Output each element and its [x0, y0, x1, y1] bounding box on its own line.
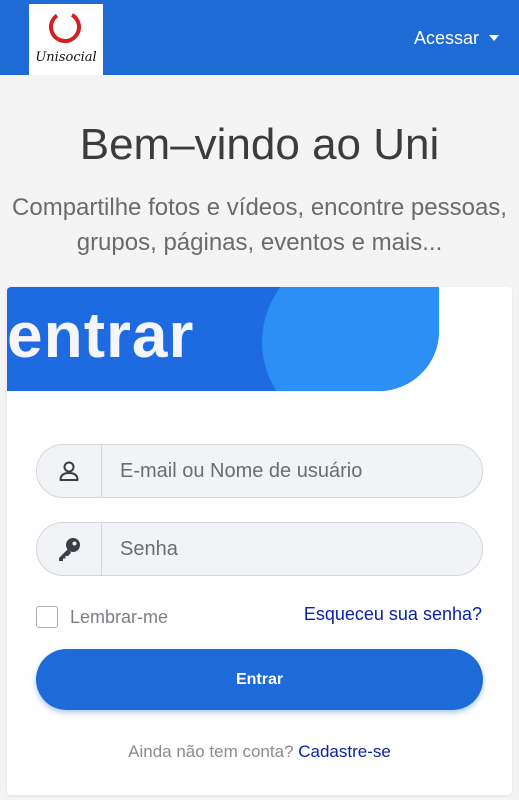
- password-input[interactable]: [103, 523, 481, 575]
- page-subtitle: Compartilhe fotos e vídeos, encontre pes…: [12, 194, 507, 256]
- banner-decoration: [262, 287, 439, 391]
- banner-title: entrar: [7, 299, 195, 371]
- forgot-password-link[interactable]: Esqueceu sua senha?: [304, 604, 482, 625]
- user-icon: [37, 445, 102, 497]
- caret-down-icon: [489, 35, 499, 41]
- key-icon-glyph: [59, 538, 80, 561]
- signup-prompt: Ainda não tem conta? Cadastre-se: [7, 742, 512, 762]
- username-field: [36, 444, 483, 498]
- unisocial-logo[interactable]: Unisocial: [29, 4, 103, 75]
- signup-prompt-text: Ainda não tem conta?: [128, 742, 299, 761]
- password-field: [36, 522, 483, 576]
- remember-me-checkbox[interactable]: [36, 606, 58, 628]
- access-dropdown[interactable]: Acessar: [414, 25, 499, 51]
- username-input[interactable]: [103, 445, 481, 497]
- user-icon-glyph: [59, 461, 79, 481]
- login-submit-button[interactable]: Entrar: [36, 649, 483, 710]
- access-label: Acessar: [413, 27, 479, 48]
- remember-me-toggle[interactable]: Lembrar-me: [36, 605, 168, 629]
- top-navbar: Unisocial Acessar: [0, 0, 519, 75]
- login-card: entrar Lembrar-me Esqueceu sua senha? En…: [7, 287, 512, 795]
- page-title: Bem–vindo ao Uni: [79, 120, 440, 169]
- key-icon: [37, 523, 102, 575]
- logo-ring-icon: [49, 11, 81, 43]
- login-banner: entrar: [7, 287, 439, 391]
- signup-link[interactable]: Cadastre-se: [298, 742, 391, 761]
- logo-wordmark: Unisocial: [35, 50, 97, 65]
- remember-me-label: Lembrar-me: [70, 606, 169, 627]
